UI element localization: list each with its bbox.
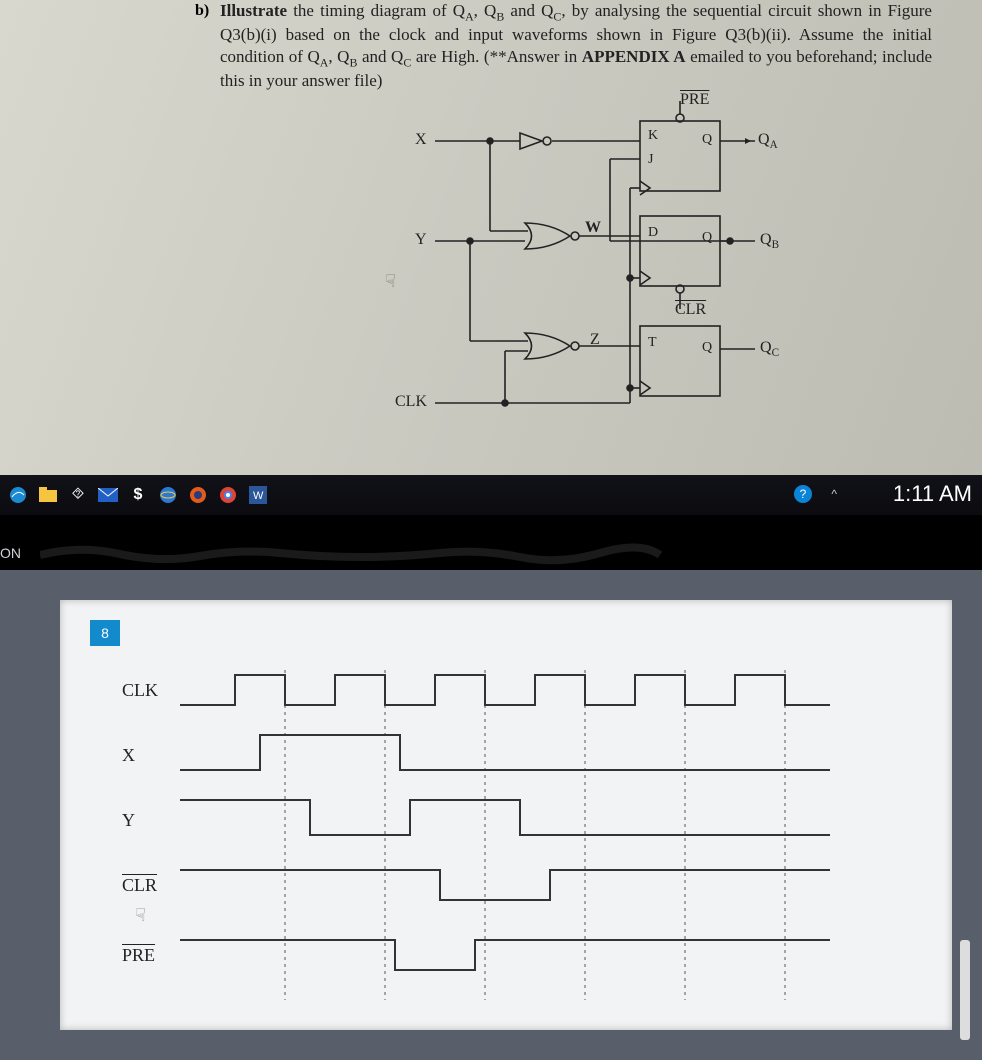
mail-icon[interactable] <box>98 485 118 505</box>
question-text: Illustrate the timing diagram of QA, QB … <box>220 0 932 91</box>
cursor-icon-2: ☟ <box>135 905 146 926</box>
taskbar-clock[interactable]: 1:11 AM <box>893 481 972 507</box>
pre-row-label: PRE <box>122 945 155 966</box>
scrollbar-thumb[interactable] <box>960 940 970 1040</box>
ie-icon[interactable] <box>158 485 178 505</box>
circuit-svg: K J Q D Q T Q <box>190 91 890 431</box>
y-row-label: Y <box>122 810 135 831</box>
timing-diagram-page: 8 CLK X Y CLR PRE ☟ <box>60 600 952 1030</box>
dropbox-icon[interactable]: ⯑ <box>68 485 88 505</box>
question-label: b) <box>195 2 209 20</box>
lower-screen: 8 CLK X Y CLR PRE ☟ <box>0 570 982 1060</box>
photo-gap: ON <box>0 515 982 570</box>
firefox-icon[interactable] <box>188 485 208 505</box>
file-explorer-icon[interactable] <box>38 485 58 505</box>
timing-svg <box>170 670 830 1010</box>
svg-text:Q: Q <box>702 340 712 355</box>
word-icon[interactable]: W <box>248 485 268 505</box>
partial-window-text: ON <box>0 545 21 561</box>
svg-text:J: J <box>648 152 654 167</box>
tray-overflow-icon[interactable]: ^ <box>831 487 837 501</box>
svg-text:T: T <box>648 335 657 350</box>
svg-text:W: W <box>253 490 264 502</box>
chrome-icon[interactable] <box>218 485 238 505</box>
windows-taskbar: ⯑ $ W ? ^ 1:11 AM <box>0 475 982 515</box>
x-row-label: X <box>122 745 135 766</box>
edge-icon[interactable] <box>8 485 28 505</box>
timing-diagram: CLK X Y CLR PRE ☟ <box>170 670 830 1015</box>
store-icon[interactable]: $ <box>128 485 148 505</box>
question-number-badge: 8 <box>90 620 120 646</box>
svg-text:D: D <box>648 225 658 240</box>
circuit-diagram: X Y CLK PRE CLR W Z QA QB QC ☟ K J Q D Q <box>190 91 890 431</box>
svg-text:Q: Q <box>702 132 712 147</box>
help-tray-icon[interactable]: ? <box>794 485 812 503</box>
clr-row-label: CLR <box>122 875 157 896</box>
svg-text:Q: Q <box>702 230 712 245</box>
redaction-scribble <box>40 540 680 570</box>
clk-row-label: CLK <box>122 680 158 701</box>
question-paper-top: b) Illustrate the timing diagram of QA, … <box>0 0 982 475</box>
svg-text:K: K <box>648 128 658 143</box>
